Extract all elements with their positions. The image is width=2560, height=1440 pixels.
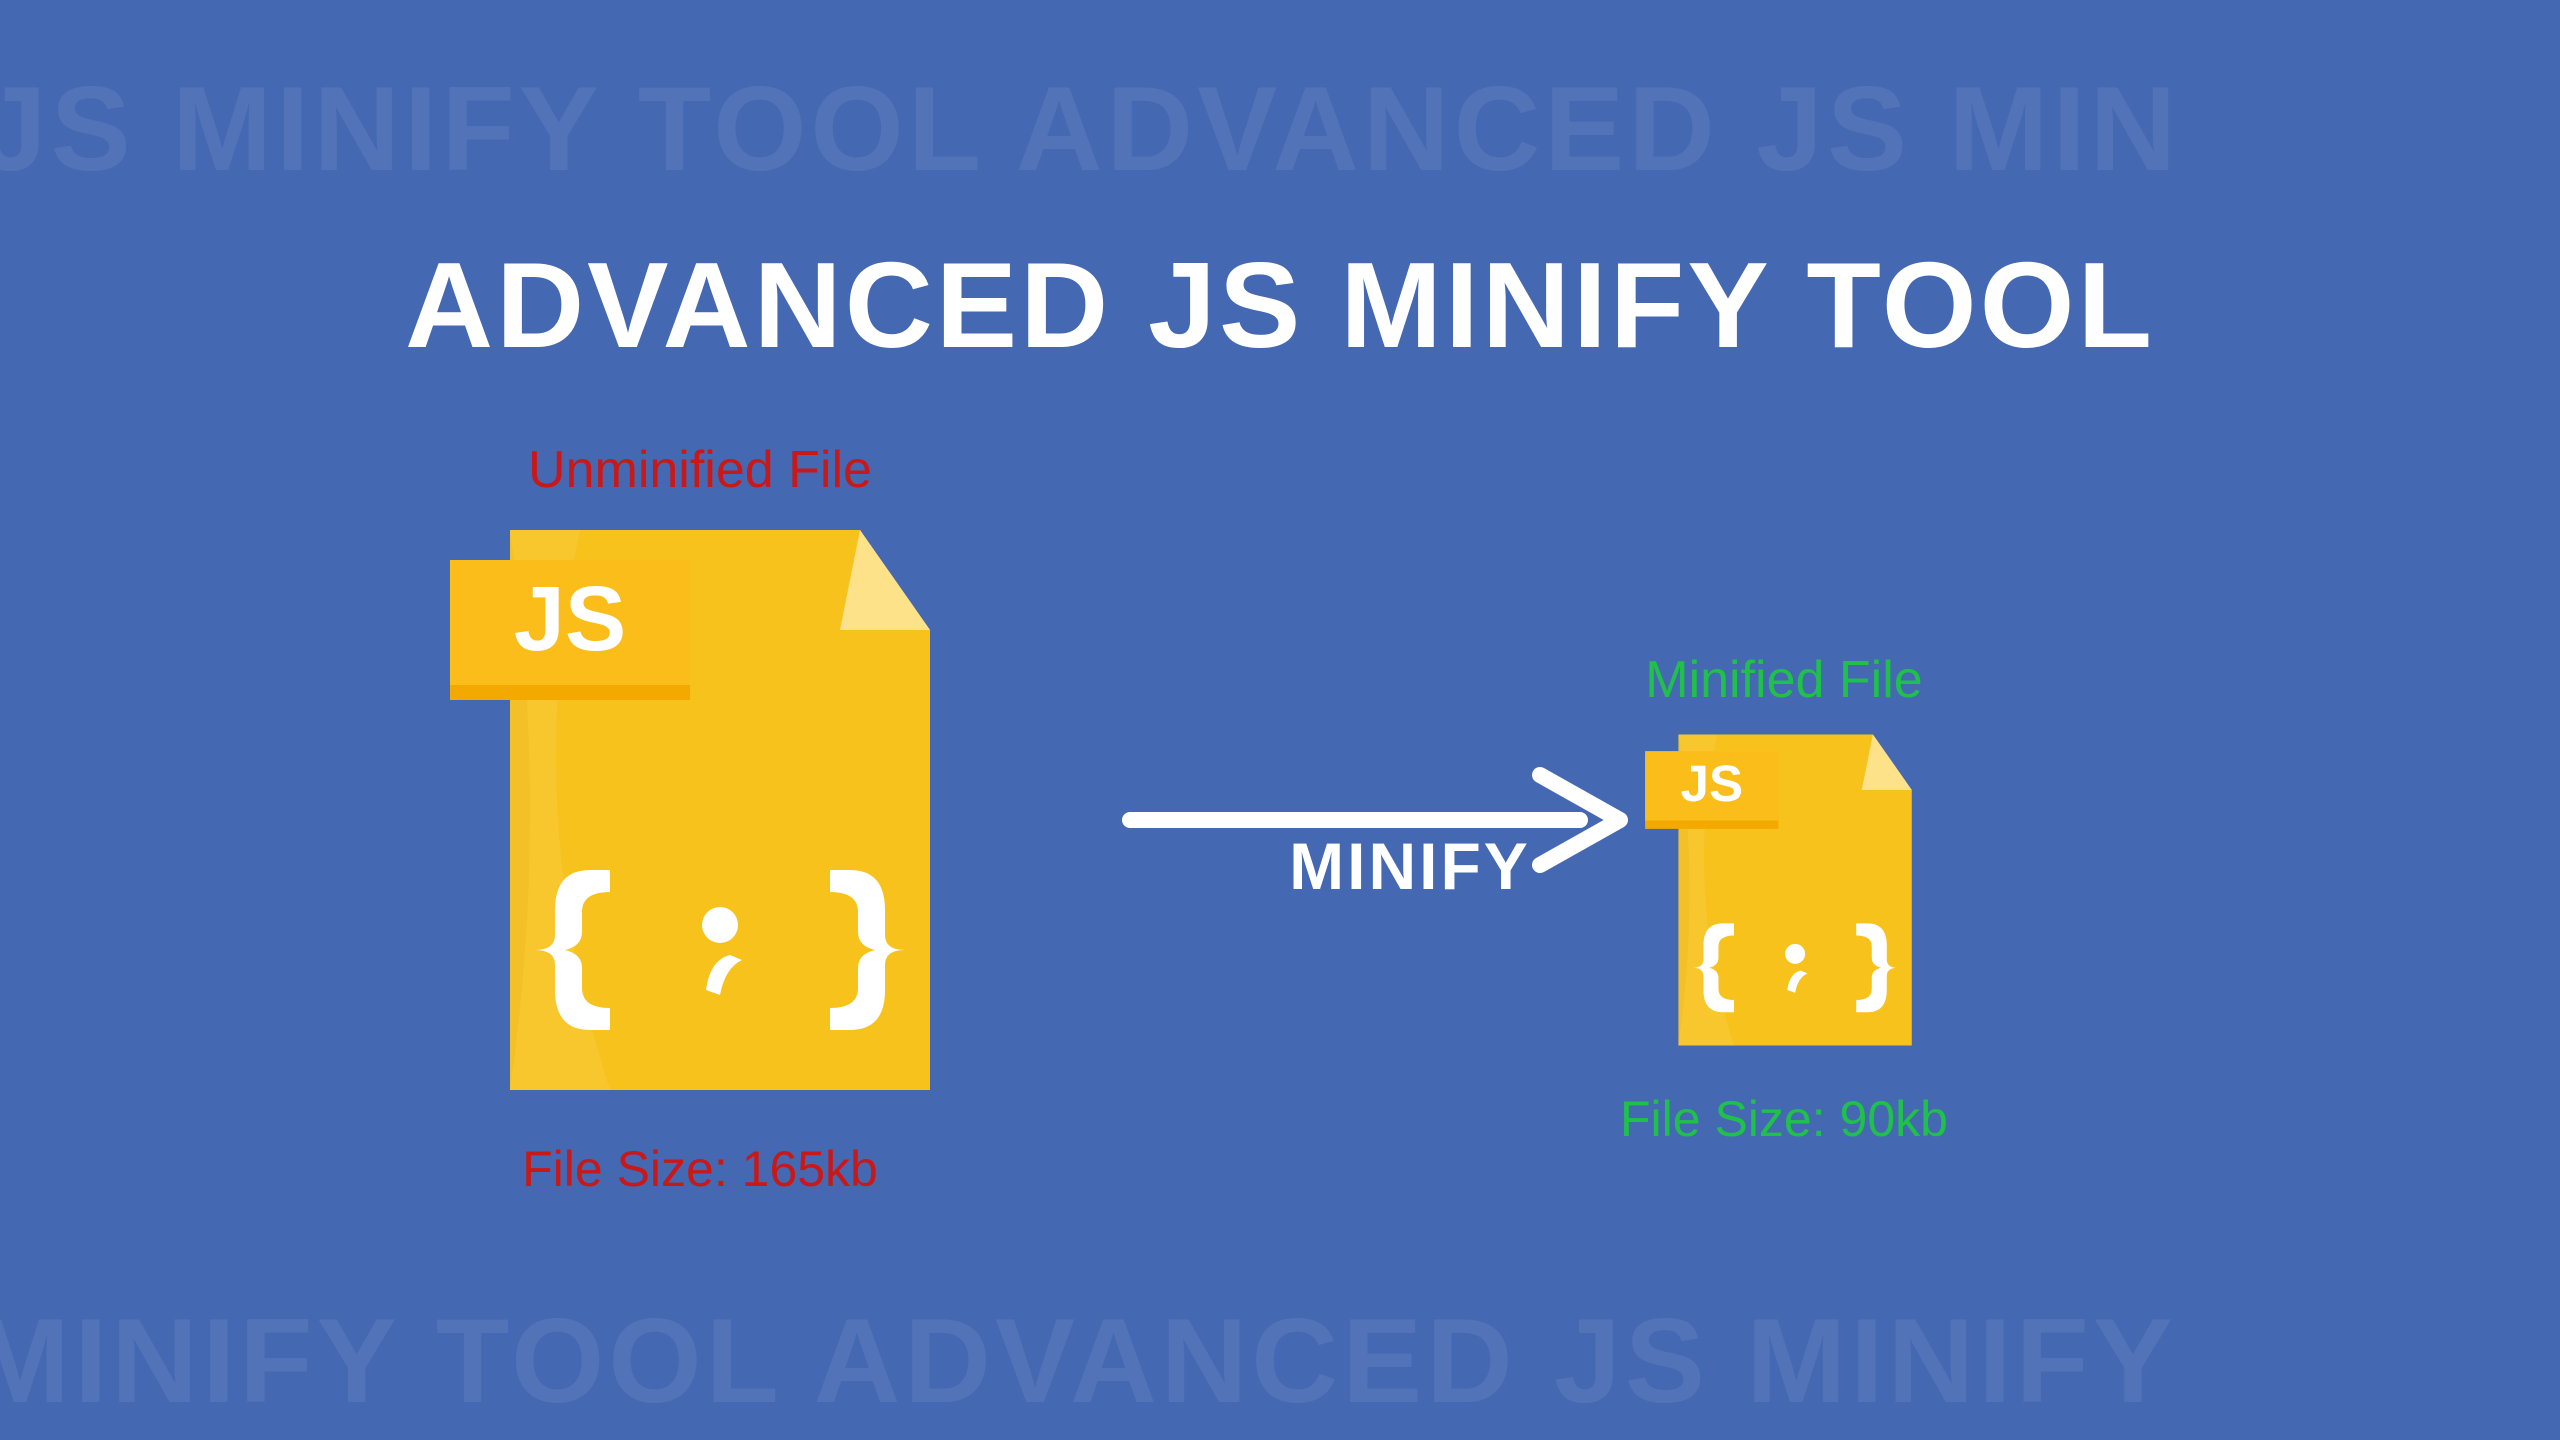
js-file-icon-large: JS	[430, 510, 970, 1115]
minified-file-block: Minified File JS File Size: 90kb	[1620, 650, 1948, 1148]
diagram-content: Unminified File JS	[0, 440, 2560, 1240]
minified-size-label: File Size: 90kb	[1620, 1090, 1948, 1148]
background-watermark-top: JS MINIFY TOOL ADVANCED JS MIN	[0, 60, 2180, 198]
svg-text:JS: JS	[514, 568, 627, 670]
js-file-icon-small: JS	[1634, 720, 1934, 1065]
page-title: ADVANCED JS MINIFY TOOL	[405, 235, 2155, 375]
minify-arrow-block: MINIFY	[1120, 760, 1640, 904]
background-watermark-bottom: MINIFY TOOL ADVANCED JS MINIFY	[0, 1292, 2177, 1430]
minified-label: Minified File	[1620, 650, 1948, 710]
unminified-file-block: Unminified File JS	[430, 440, 970, 1198]
unminified-size-label: File Size: 165kb	[430, 1140, 970, 1198]
minify-action-label: MINIFY	[1289, 828, 1531, 904]
unminified-label: Unminified File	[430, 440, 970, 500]
svg-text:JS: JS	[1680, 755, 1743, 812]
